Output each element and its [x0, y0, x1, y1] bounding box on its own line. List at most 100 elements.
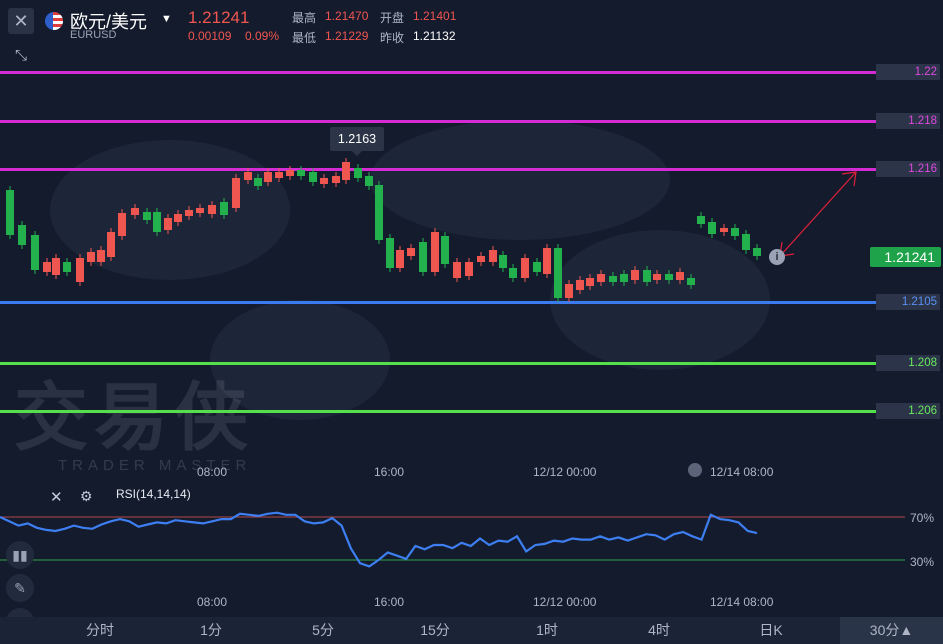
- candle-body: [386, 238, 394, 268]
- candle-body: [708, 222, 716, 234]
- candle-body: [465, 262, 473, 276]
- main-x-tick-4: 12/14 08:00: [710, 465, 774, 479]
- rsi-x-tick-2: 16:00: [374, 595, 405, 609]
- info-icon[interactable]: i: [769, 249, 785, 265]
- level-tag-1: 1.22: [876, 64, 940, 80]
- candle-body: [63, 262, 71, 272]
- candle-body: [453, 262, 461, 278]
- candle-body: [533, 262, 541, 272]
- candle-body: [597, 274, 605, 282]
- rsi-label: RSI(14,14,14): [116, 487, 191, 501]
- candle-body: [185, 210, 193, 216]
- draw-button[interactable]: ✎: [6, 574, 34, 602]
- candle-body: [332, 176, 340, 183]
- candle-body: [586, 278, 594, 286]
- timeframe-tabs: 分时 1分 5分 15分 1时 4时 日K 30分▲: [0, 617, 943, 644]
- candle-body: [731, 228, 739, 236]
- candle-body: [720, 228, 728, 232]
- level-tag-4: 1.2105: [876, 294, 940, 310]
- candle-body: [232, 178, 240, 208]
- pencil-icon: ✎: [14, 579, 26, 596]
- candle-body: [309, 172, 317, 182]
- tab-intraday[interactable]: 分时: [45, 617, 155, 644]
- candle-body: [31, 235, 39, 270]
- candle-body: [286, 170, 294, 176]
- candle-body: [609, 276, 617, 282]
- indicator-button[interactable]: ▮▮: [6, 541, 34, 569]
- candle-body: [753, 248, 761, 256]
- main-x-tick-2: 16:00: [374, 465, 405, 479]
- candle-body: [52, 258, 60, 275]
- candle-body: [499, 255, 507, 268]
- candle-body: [643, 270, 651, 282]
- tab-daily[interactable]: 日K: [715, 617, 827, 644]
- candle-body: [107, 232, 115, 257]
- callout-pointer: [352, 151, 362, 156]
- event-marker-icon[interactable]: [688, 463, 702, 477]
- candle-body: [76, 258, 84, 282]
- candle-body: [174, 214, 182, 222]
- candle-body: [543, 248, 551, 274]
- candle-body: [489, 250, 497, 262]
- current-price-tag: 1.21241: [870, 247, 941, 267]
- candle-body: [275, 172, 283, 178]
- candle-body: [264, 172, 272, 182]
- candle-body: [431, 232, 439, 272]
- candle-body: [509, 268, 517, 278]
- candle-body: [164, 218, 172, 230]
- main-x-tick-3: 12/12 00:00: [533, 465, 597, 479]
- candle-body: [320, 178, 328, 184]
- tab-4hour[interactable]: 4时: [603, 617, 715, 644]
- rsi-x-tick-3: 12/12 00:00: [533, 595, 597, 609]
- candle-body: [554, 248, 562, 298]
- rsi-lower-label: 30%: [910, 555, 935, 569]
- candle-body: [118, 213, 126, 236]
- candle-body: [87, 252, 95, 262]
- candle-body: [742, 234, 750, 250]
- level-tag-5: 1.208: [876, 355, 940, 371]
- candle-body: [697, 216, 705, 224]
- candle-body: [665, 274, 673, 280]
- tab-30min[interactable]: 30分▲: [840, 617, 943, 644]
- chart-app: ✕ ⤡ 欧元/美元 ▼ EURUSD 1.21241 0.00109 0.09%…: [0, 0, 943, 644]
- candle-body: [407, 248, 415, 256]
- candle-body: [441, 236, 449, 264]
- rsi-line: [0, 511, 758, 568]
- rsi-x-tick-1: 08:00: [197, 595, 228, 609]
- trend-arrow[interactable]: [770, 160, 870, 270]
- candle-body: [620, 274, 628, 282]
- candle-body: [477, 256, 485, 262]
- candle-body: [521, 258, 529, 278]
- candle-body: [244, 172, 252, 180]
- rsi-x-tick-4: 12/14 08:00: [710, 595, 774, 609]
- level-tag-6: 1.206: [876, 403, 940, 419]
- candle-body: [419, 242, 427, 272]
- tab-5min[interactable]: 5分: [267, 617, 379, 644]
- candle-body: [631, 270, 639, 280]
- candle-body: [254, 178, 262, 186]
- candle-body: [196, 208, 204, 213]
- tab-15min[interactable]: 15分: [379, 617, 491, 644]
- candle-body: [153, 212, 161, 232]
- candle-body: [687, 278, 695, 285]
- level-tag-3: 1.216: [876, 161, 940, 177]
- rsi-chart[interactable]: [0, 500, 943, 600]
- candle-body: [576, 280, 584, 290]
- candle-body: [565, 284, 573, 298]
- candle-body: [653, 274, 661, 280]
- tab-1hour[interactable]: 1时: [491, 617, 603, 644]
- candle-body: [342, 162, 350, 180]
- candle-body: [97, 250, 105, 262]
- candle-body: [143, 212, 151, 220]
- candle-body: [365, 176, 373, 186]
- tab-1min[interactable]: 1分: [155, 617, 267, 644]
- candle-body: [208, 205, 216, 214]
- rsi-upper-label: 70%: [910, 511, 935, 525]
- level-tag-2: 1.218: [876, 113, 940, 129]
- candle-body: [18, 225, 26, 245]
- candle-body: [396, 250, 404, 268]
- main-x-tick-1: 08:00: [197, 465, 228, 479]
- candles-icon: ▮▮: [12, 546, 28, 563]
- candle-body: [43, 262, 51, 272]
- candlestick-chart[interactable]: [0, 0, 876, 470]
